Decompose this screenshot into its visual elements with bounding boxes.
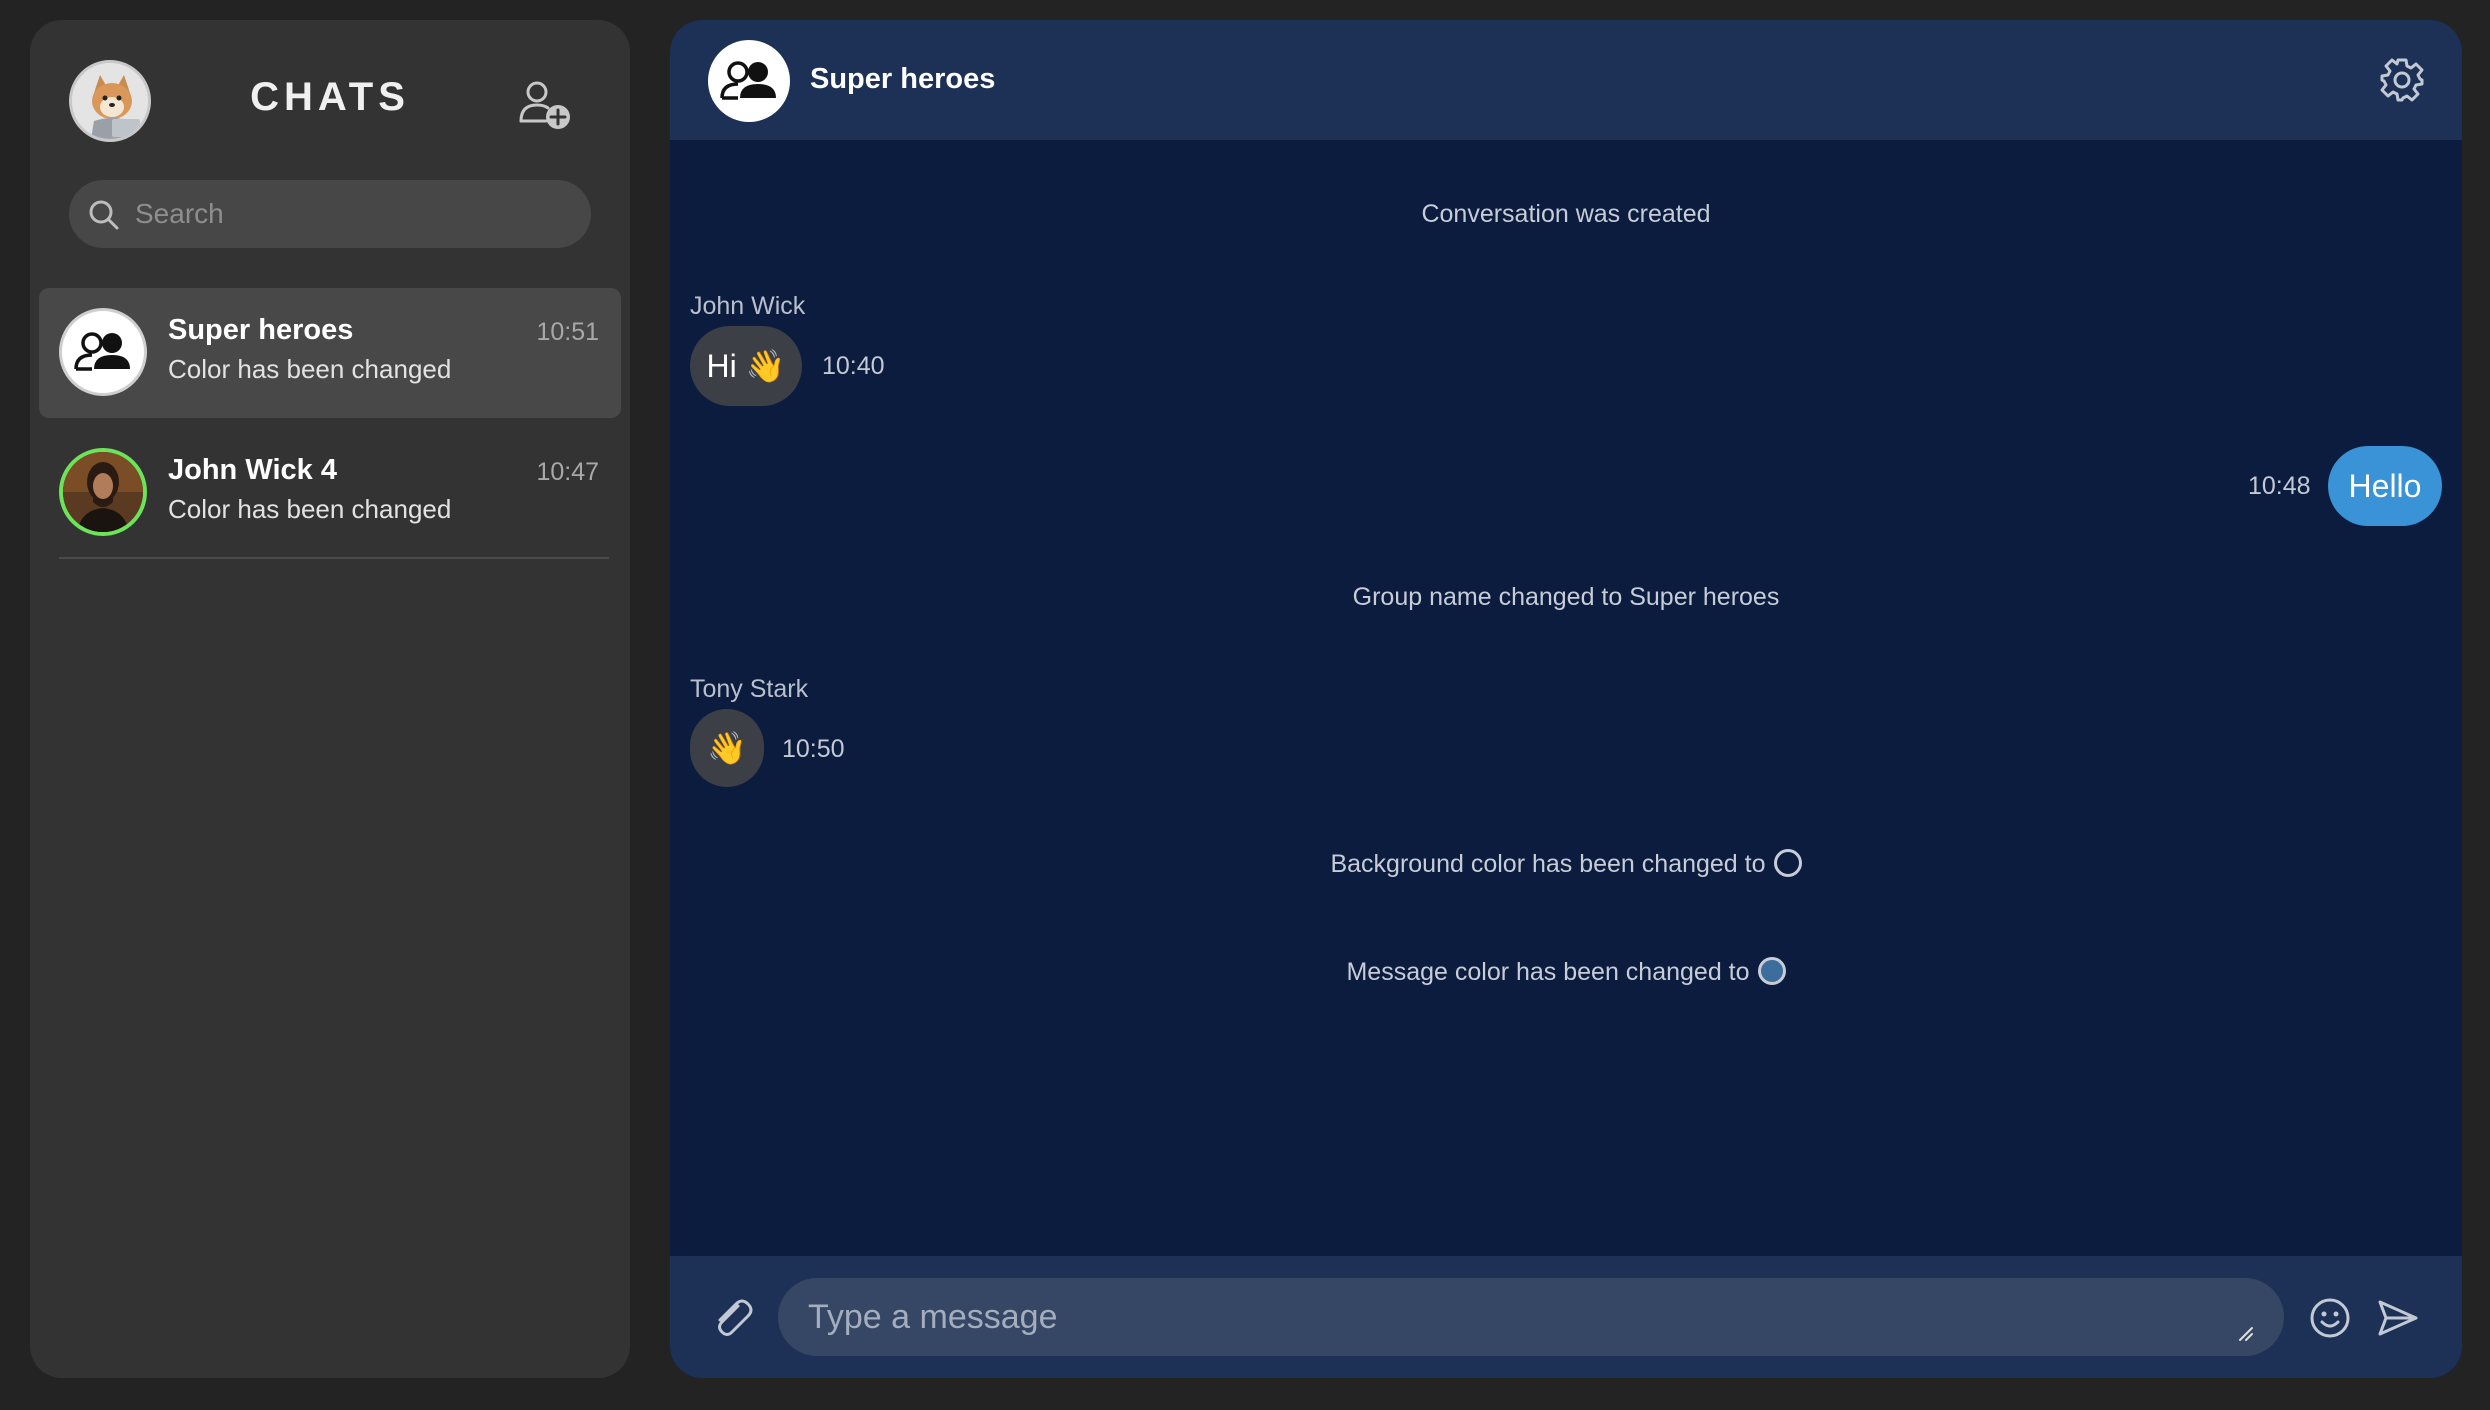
chat-time: 10:51: [536, 318, 599, 346]
color-swatch: [1773, 849, 1802, 878]
emoji-button[interactable]: [2308, 1296, 2352, 1340]
outgoing-message[interactable]: Hello: [2328, 446, 2442, 526]
send-icon: [2378, 1300, 2418, 1336]
message-time: 10:48: [2248, 472, 2311, 500]
message-sender: Tony Stark: [690, 675, 809, 703]
message-input-box: [778, 1278, 2284, 1356]
system-message: Group name changed to Super heroes: [1352, 583, 1780, 611]
message-sender: John Wick: [690, 292, 806, 320]
chat-list-item-john-wick-4[interactable]: John Wick 4 Color has been changed 10:47: [39, 428, 621, 559]
chat-avatar: [59, 308, 147, 396]
new-chat-button[interactable]: [516, 75, 576, 135]
system-message: Conversation was created: [1421, 200, 1711, 228]
chat-panel: Super heroes Conversation was created Jo…: [670, 20, 2462, 1378]
message-list: Conversation was created John Wick Hi 👋 …: [670, 140, 2462, 1280]
settings-button[interactable]: [2378, 56, 2426, 104]
add-user-icon: [519, 81, 570, 129]
gear-icon: [2380, 58, 2424, 102]
incoming-message[interactable]: 👋: [690, 709, 764, 787]
person-photo-icon: [63, 452, 143, 532]
chat-list: Super heroes Color has been changed 10:5…: [39, 288, 621, 559]
color-swatch: [1757, 957, 1786, 986]
search-box: [69, 180, 591, 248]
user-avatar[interactable]: [69, 60, 151, 142]
chat-header: Super heroes: [670, 20, 2462, 140]
message-input[interactable]: [806, 1296, 2246, 1342]
system-message-text: Background color has been changed to: [1330, 850, 1766, 878]
search-input[interactable]: [133, 190, 573, 238]
chat-avatar: [59, 448, 147, 536]
chat-time: 10:47: [536, 458, 599, 486]
chat-last-message: Color has been changed: [168, 354, 452, 384]
system-message: Background color has been changed to: [670, 849, 2462, 879]
incoming-message[interactable]: Hi 👋: [690, 326, 802, 406]
group-icon: [74, 332, 130, 371]
chat-last-message: Color has been changed: [168, 494, 452, 524]
message-time: 10:50: [782, 735, 845, 763]
attach-button[interactable]: [708, 1294, 756, 1342]
sidebar-title: CHATS: [250, 75, 410, 119]
system-message-text: Message color has been changed to: [1346, 958, 1750, 986]
resize-grip-icon[interactable]: [2236, 1324, 2254, 1342]
send-button[interactable]: [2376, 1296, 2420, 1340]
dog-avatar-icon: [72, 63, 148, 139]
message-composer: [670, 1256, 2462, 1378]
chat-sidebar: CHATS Search Super heroes Color has been…: [30, 20, 630, 1378]
paperclip-icon: [718, 1299, 753, 1336]
message-time: 10:40: [822, 352, 885, 380]
chat-list-item-super-heroes[interactable]: Super heroes Color has been changed 10:5…: [39, 288, 621, 418]
chat-name: John Wick 4: [168, 454, 337, 486]
smiley-icon: [2310, 1298, 2350, 1338]
sidebar-header: CHATS: [30, 20, 630, 180]
chat-name: Super heroes: [168, 314, 354, 346]
divider: [59, 557, 609, 559]
group-icon: [720, 61, 776, 100]
system-message: Message color has been changed to: [670, 957, 2462, 987]
search-icon: [89, 200, 119, 230]
chat-header-avatar[interactable]: [708, 40, 790, 122]
chat-title: Super heroes: [810, 63, 996, 95]
